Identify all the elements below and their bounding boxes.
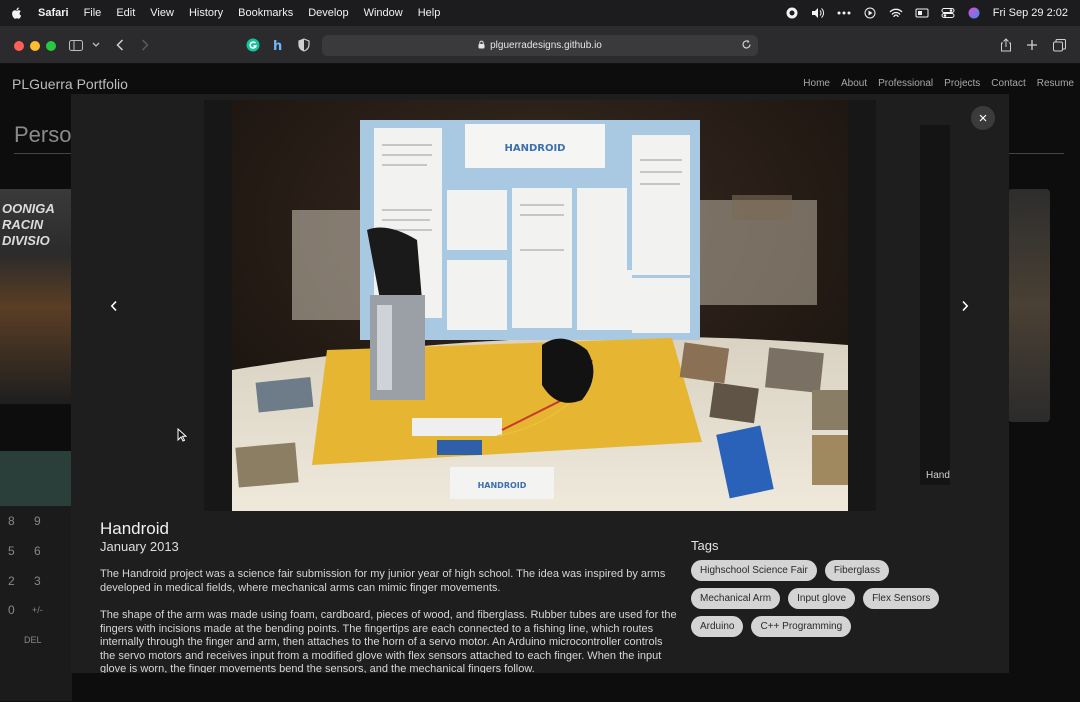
thumbnail-text: OONIGA RACIN DIVISIO xyxy=(2,201,55,248)
calc-key: 5 xyxy=(8,544,15,558)
menu-safari[interactable]: Safari xyxy=(38,7,69,19)
menu-bookmarks[interactable]: Bookmarks xyxy=(238,7,293,19)
menu-develop[interactable]: Develop xyxy=(308,7,348,19)
tag-pill[interactable]: Mechanical Arm xyxy=(691,588,781,609)
tags-heading: Tags xyxy=(691,538,719,553)
new-tab-icon[interactable] xyxy=(1024,37,1040,53)
calc-key: 8 xyxy=(8,514,15,528)
calculator-display xyxy=(0,451,72,506)
volume-icon[interactable] xyxy=(811,6,825,20)
project-photo: HANDROID HANDROID xyxy=(232,100,848,511)
background-project-thumbnail[interactable]: OONIGA RACIN DIVISIO xyxy=(0,189,72,404)
calc-key: +/- xyxy=(32,605,43,615)
handroid-photo-illustration: HANDROID HANDROID xyxy=(232,100,848,511)
grammarly-extension-icon[interactable] xyxy=(245,37,261,53)
siri-icon[interactable] xyxy=(967,6,981,20)
nav-home[interactable]: Home xyxy=(803,78,830,89)
nav-resume[interactable]: Resume xyxy=(1037,78,1074,89)
tag-list: Highschool Science Fair Fiberglass Mecha… xyxy=(691,560,961,637)
site-nav: Home About Professional Projects Contact… xyxy=(803,78,1074,89)
name-card-title: HANDROID xyxy=(478,481,527,490)
svg-text:h: h xyxy=(273,39,282,52)
macos-menu-bar: Safari File Edit View History Bookmarks … xyxy=(0,0,1080,26)
background-project-thumbnail-right[interactable] xyxy=(1008,189,1050,422)
forward-arrow-icon[interactable] xyxy=(137,37,153,53)
tag-pill[interactable]: Arduino xyxy=(691,616,744,637)
mouse-pointer-icon xyxy=(177,428,187,442)
calc-key: 2 xyxy=(8,574,15,588)
nav-professional[interactable]: Professional xyxy=(878,78,933,89)
wifi-signal-icon[interactable] xyxy=(889,6,903,20)
nav-contact[interactable]: Contact xyxy=(991,78,1025,89)
nav-about[interactable]: About xyxy=(841,78,867,89)
display-icon[interactable] xyxy=(915,6,929,20)
url-text: plguerradesigns.github.io xyxy=(490,40,602,51)
nav-projects[interactable]: Projects xyxy=(944,78,980,89)
project-lightbox: HANDROID HANDROID Hand × Handroid Januar… xyxy=(71,94,1009,673)
play-circle-icon[interactable] xyxy=(863,6,877,20)
reload-icon[interactable] xyxy=(741,39,752,53)
clock[interactable]: Fri Sep 29 2:02 xyxy=(993,7,1068,19)
project-date: January 2013 xyxy=(100,539,179,554)
privacy-shield-icon[interactable] xyxy=(296,37,312,53)
lock-icon xyxy=(478,40,485,52)
minimize-window-button[interactable] xyxy=(30,41,40,51)
tag-pill[interactable]: Fiberglass xyxy=(824,560,889,581)
previous-slide-arrow-icon[interactable] xyxy=(106,298,122,314)
calc-key: 0 xyxy=(8,603,15,617)
close-window-button[interactable] xyxy=(14,41,24,51)
menu-edit[interactable]: Edit xyxy=(116,7,135,19)
menu-history[interactable]: History xyxy=(189,7,223,19)
poster-title: HANDROID xyxy=(504,143,565,154)
zoom-window-button[interactable] xyxy=(46,41,56,51)
image-stage: HANDROID HANDROID xyxy=(204,100,876,511)
control-center-icon[interactable] xyxy=(941,6,955,20)
calc-key: 6 xyxy=(34,544,41,558)
site-brand[interactable]: PLGuerra Portfolio xyxy=(12,76,128,92)
menu-help[interactable]: Help xyxy=(418,7,441,19)
share-icon[interactable] xyxy=(998,37,1014,53)
menu-window[interactable]: Window xyxy=(364,7,403,19)
next-slide-label: Hand xyxy=(926,470,950,481)
safari-toolbar: h plguerradesigns.github.io xyxy=(0,26,1080,64)
chevron-down-icon[interactable] xyxy=(88,37,104,53)
calc-key: 9 xyxy=(34,514,41,528)
next-slide-peek[interactable]: Hand xyxy=(920,125,950,485)
address-bar[interactable]: plguerradesigns.github.io xyxy=(322,35,758,56)
project-description: The Handroid project was a science fair … xyxy=(100,568,680,673)
more-dots-icon[interactable] xyxy=(837,6,851,20)
status-area: Fri Sep 29 2:02 xyxy=(785,0,1068,26)
sidebar-icon[interactable] xyxy=(68,37,84,53)
tab-overview-icon[interactable] xyxy=(1051,37,1067,53)
project-title: Handroid xyxy=(100,519,169,538)
menu-file[interactable]: File xyxy=(84,7,102,19)
description-paragraph: The shape of the arm was made using foam… xyxy=(100,609,677,673)
tag-pill[interactable]: Highschool Science Fair xyxy=(691,560,817,581)
back-arrow-icon[interactable] xyxy=(112,37,128,53)
apple-menu-icon[interactable] xyxy=(10,6,24,20)
tag-pill[interactable]: C++ Programming xyxy=(751,616,852,637)
tag-pill[interactable]: Flex Sensors xyxy=(863,588,940,609)
background-calculator-thumbnail[interactable]: 8 9 5 6 2 3 0 +/- DEL xyxy=(0,451,72,701)
menu-view[interactable]: View xyxy=(150,7,174,19)
section-heading: Perso xyxy=(14,122,72,147)
tag-pill[interactable]: Input glove xyxy=(788,588,856,609)
honey-extension-icon[interactable]: h xyxy=(270,37,286,53)
close-lightbox-button[interactable]: × xyxy=(971,106,995,130)
next-slide-arrow-icon[interactable] xyxy=(957,298,973,314)
calc-key: DEL xyxy=(24,635,42,645)
record-icon[interactable] xyxy=(785,6,799,20)
calc-key: 3 xyxy=(34,574,41,588)
description-paragraph: The Handroid project was a science fair … xyxy=(100,568,666,594)
